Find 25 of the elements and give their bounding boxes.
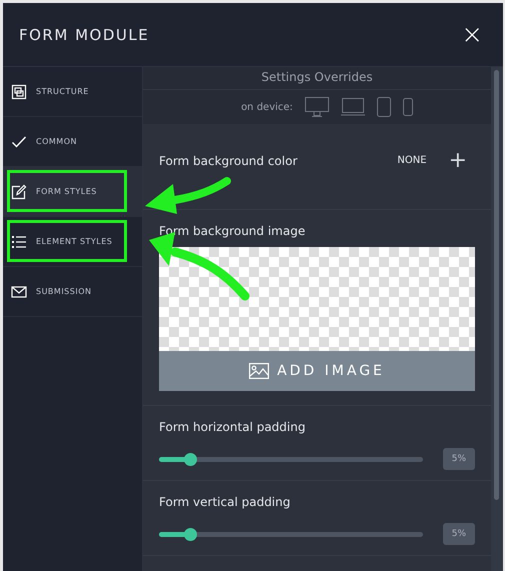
- value-badge: 5%: [442, 523, 475, 545]
- field-label: Form vertical padding: [159, 495, 292, 509]
- phone-icon[interactable]: [402, 98, 413, 116]
- laptop-icon[interactable]: [340, 98, 365, 116]
- field-label: Form background color: [159, 154, 298, 168]
- value-badge: 5%: [442, 448, 475, 470]
- sidebar-item[interactable]: SUBMISSION: [3, 267, 142, 317]
- add-image-button[interactable]: ADD IMAGE: [159, 351, 475, 391]
- add-color-button[interactable]: +: [440, 150, 475, 172]
- desktop-icon[interactable]: [304, 97, 329, 117]
- structure-icon: [11, 84, 27, 100]
- envelope-icon: [11, 284, 27, 300]
- sidebar-item[interactable]: STRUCTURE: [3, 67, 142, 117]
- color-value: NONE: [397, 155, 427, 166]
- list-icon: [11, 234, 27, 250]
- sidebar-item[interactable]: ELEMENT STYLES: [3, 217, 142, 267]
- tablet-icon[interactable]: [376, 97, 391, 117]
- close-button[interactable]: ×: [457, 20, 487, 50]
- device-label: on device:: [241, 102, 293, 112]
- field-label: Form horizontal padding: [159, 420, 306, 434]
- section-title: Settings Overrides: [143, 67, 491, 90]
- window-title: FORM MODULE: [19, 26, 150, 44]
- image-icon: [249, 363, 270, 379]
- scrollbar[interactable]: [491, 67, 503, 571]
- edit-icon: [11, 184, 27, 200]
